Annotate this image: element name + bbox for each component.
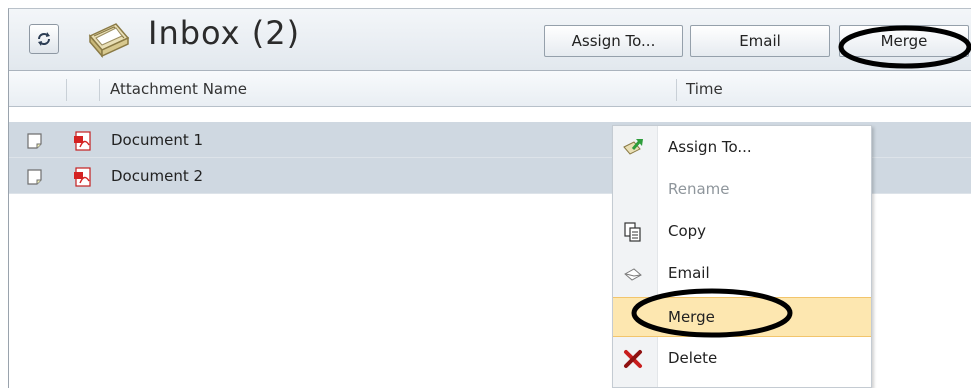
menu-item-label: Delete [668,349,718,367]
menu-item-rename: Rename [613,170,871,210]
menu-item-copy[interactable]: Copy [613,212,871,252]
inbox-toolbar: Inbox (2) Assign To... Email Merge [9,9,971,71]
refresh-button[interactable] [29,24,59,54]
context-menu: Assign To... Rename Copy Email Merge Del… [612,125,872,388]
email-button[interactable]: Email [690,25,830,57]
inbox-envelope-icon [88,23,130,58]
note-icon [27,133,42,149]
attachment-name: Document 1 [111,131,204,149]
menu-item-label: Rename [668,180,730,198]
inbox-title: Inbox (2) [148,14,301,52]
column-separator [676,79,677,101]
inbox-panel: Inbox (2) Assign To... Email Merge Attac… [8,8,971,388]
email-icon [624,268,642,281]
delete-icon [624,350,642,368]
merge-button[interactable]: Merge [839,25,969,57]
menu-item-assign-to[interactable]: Assign To... [613,128,871,168]
pdf-icon [74,167,91,187]
refresh-icon [38,32,50,46]
menu-item-label: Email [668,264,710,282]
column-header-time[interactable]: Time [686,80,723,98]
column-separator [66,79,67,101]
menu-item-label: Assign To... [668,138,752,156]
attachment-name: Document 2 [111,167,204,185]
column-header-row: Attachment Name Time [9,71,971,107]
column-header-attachment-name[interactable]: Attachment Name [110,80,247,98]
column-separator [99,79,100,101]
pdf-icon [74,131,91,151]
copy-icon [624,222,641,242]
menu-item-label: Copy [668,222,707,240]
menu-item-delete[interactable]: Delete [613,339,871,379]
menu-item-merge[interactable]: Merge [613,297,871,337]
menu-item-label: Merge [668,308,715,326]
assign-icon [623,139,643,155]
assign-to-button[interactable]: Assign To... [544,25,683,57]
menu-item-email[interactable]: Email [613,254,871,294]
note-icon [27,169,42,185]
